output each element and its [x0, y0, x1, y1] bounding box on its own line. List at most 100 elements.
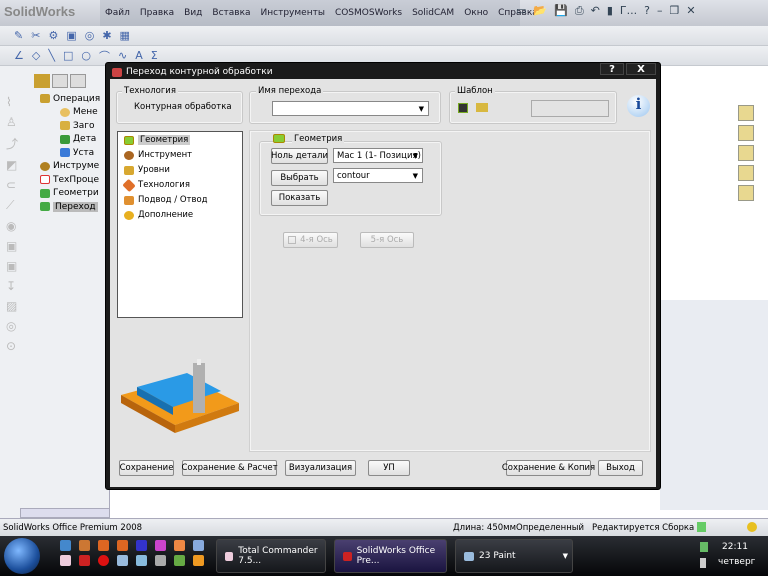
toolbar-icon[interactable]: □: [63, 49, 73, 62]
template-field[interactable]: [531, 100, 609, 117]
menu-window[interactable]: Окно: [459, 8, 493, 18]
save-icon[interactable]: 💾: [554, 4, 568, 18]
select-geometry-button[interactable]: Выбрать: [271, 170, 328, 186]
nav-item-link[interactable]: Подвод / Отвод: [124, 193, 208, 207]
axis5-button[interactable]: 5-я Ось: [360, 232, 414, 248]
help-icon[interactable]: ?: [644, 4, 650, 18]
taskbar-total-commander[interactable]: Total Commander 7.5...: [216, 539, 326, 573]
toolbar-icon[interactable]: ╲: [48, 49, 55, 62]
taskpane-folder-icon[interactable]: [738, 145, 754, 161]
toolbar-icon[interactable]: ✎: [14, 29, 23, 42]
network-icon[interactable]: [700, 542, 708, 552]
axis4-button[interactable]: 4-я Ось: [283, 232, 338, 248]
app-icon[interactable]: [60, 555, 71, 566]
taskbar-solidworks[interactable]: SolidWorks Office Pre...: [334, 539, 447, 573]
app-icon[interactable]: [193, 540, 204, 551]
close-icon[interactable]: ✕: [686, 4, 695, 18]
menu-insert[interactable]: Вставка: [207, 8, 255, 18]
options-text[interactable]: Г...: [620, 4, 637, 18]
toolbar-icon[interactable]: Σ: [151, 49, 158, 62]
tab-config-icon[interactable]: [70, 74, 86, 88]
save-template-icon[interactable]: [458, 103, 468, 113]
taskpane-library-icon[interactable]: [738, 125, 754, 141]
close-button[interactable]: X: [626, 63, 656, 75]
toolbar-icon[interactable]: ⚙: [48, 29, 58, 42]
app-icon[interactable]: [174, 540, 185, 551]
menu-solidcam[interactable]: SolidCAM: [407, 8, 459, 18]
info-icon[interactable]: i: [627, 95, 650, 117]
toolbar-icon[interactable]: ◇: [32, 49, 40, 62]
horizontal-scrollbar[interactable]: [20, 508, 110, 518]
app-icon[interactable]: [117, 540, 128, 551]
clock-day[interactable]: четверг: [718, 557, 755, 567]
nav-item-levels[interactable]: Уровни: [124, 163, 170, 177]
undo-icon[interactable]: ↶: [591, 4, 600, 18]
help-button[interactable]: ?: [600, 63, 624, 75]
tag-icon[interactable]: [747, 522, 757, 532]
save-button[interactable]: Сохранение: [119, 460, 174, 476]
media-icon[interactable]: [193, 555, 204, 566]
taskpane-appearance-icon[interactable]: [738, 185, 754, 201]
menu-file[interactable]: Файл: [100, 8, 135, 18]
axis4-checkbox[interactable]: [288, 236, 297, 244]
volume-icon[interactable]: [700, 558, 706, 568]
toolbar-icon[interactable]: ○: [81, 49, 91, 62]
tab-property-icon[interactable]: [52, 74, 68, 88]
menu-cosmosworks[interactable]: COSMOSWorks: [330, 8, 407, 18]
app-icon[interactable]: [155, 555, 166, 566]
tree-item[interactable]: Мене: [40, 106, 110, 120]
tree-item[interactable]: Дета: [40, 133, 110, 147]
tree-item[interactable]: Операция: [40, 92, 110, 106]
tab-feature-icon[interactable]: [34, 74, 50, 88]
toolbar-icon[interactable]: ∠: [14, 49, 24, 62]
solidworks-icon[interactable]: [79, 555, 90, 566]
open-icon[interactable]: 📂: [533, 4, 547, 18]
toolbar-icon[interactable]: ▦: [120, 29, 130, 42]
taskbar-paint[interactable]: 23 Paint ▼: [455, 539, 573, 573]
open-template-icon[interactable]: [476, 103, 488, 112]
nav-item-misc[interactable]: Дополнение: [124, 208, 193, 222]
part-zero-select[interactable]: Мас 1 (1- Позиция) ▼: [333, 148, 423, 163]
app-icon[interactable]: [155, 540, 166, 551]
tree-item[interactable]: Заго: [40, 119, 110, 133]
help-icon[interactable]: [136, 540, 147, 551]
tree-item[interactable]: Уста: [40, 146, 110, 160]
desktop-icon[interactable]: [60, 540, 71, 551]
restore-icon[interactable]: ❐: [669, 4, 679, 18]
geometry-select[interactable]: contour ▼: [333, 168, 423, 183]
minimize-icon[interactable]: –: [657, 4, 663, 18]
part-zero-button[interactable]: Ноль детали: [271, 148, 328, 164]
menu-view[interactable]: Вид: [179, 8, 207, 18]
taskpane-home-icon[interactable]: [738, 105, 754, 121]
menu-tools[interactable]: Инструменты: [256, 8, 330, 18]
tree-item[interactable]: Переход: [40, 200, 110, 214]
app-icon[interactable]: [136, 555, 147, 566]
nav-item-technology[interactable]: Технология: [122, 178, 190, 192]
toolbar-icon[interactable]: A: [135, 49, 143, 62]
nav-item-geometry[interactable]: Геометрия: [124, 133, 191, 147]
save-copy-button[interactable]: Сохранение & Копия: [502, 460, 595, 476]
taskpane-view-icon[interactable]: [738, 165, 754, 181]
nav-item-tool[interactable]: Инструмент: [124, 148, 192, 162]
paint-icon[interactable]: [117, 555, 128, 566]
gcode-button[interactable]: УП: [368, 460, 410, 476]
app-icon[interactable]: [98, 540, 109, 551]
save-calculate-button[interactable]: Сохранение & Расчет: [181, 460, 278, 476]
rebuild-icon[interactable]: ▮: [607, 4, 613, 18]
opera-icon[interactable]: [98, 555, 109, 566]
app-icon[interactable]: [79, 540, 90, 551]
operation-name-combo[interactable]: ▼: [272, 101, 429, 116]
simulate-button[interactable]: Визуализация: [285, 460, 356, 476]
toolbar-icon[interactable]: ◎: [85, 29, 95, 42]
toolbar-icon[interactable]: ✂: [31, 29, 40, 42]
print-icon[interactable]: ⎙: [575, 4, 584, 18]
tree-item[interactable]: Инструме: [40, 160, 110, 174]
new-icon[interactable]: ▭: [516, 4, 526, 18]
tree-item[interactable]: Геометри: [40, 187, 110, 201]
start-button[interactable]: [4, 538, 40, 574]
tree-item[interactable]: ТехПроце: [40, 173, 110, 187]
rebuild-status-icon[interactable]: [697, 522, 706, 532]
show-geometry-button[interactable]: Показать: [271, 190, 328, 206]
toolbar-icon[interactable]: ∿: [118, 49, 127, 62]
app-icon[interactable]: [174, 555, 185, 566]
